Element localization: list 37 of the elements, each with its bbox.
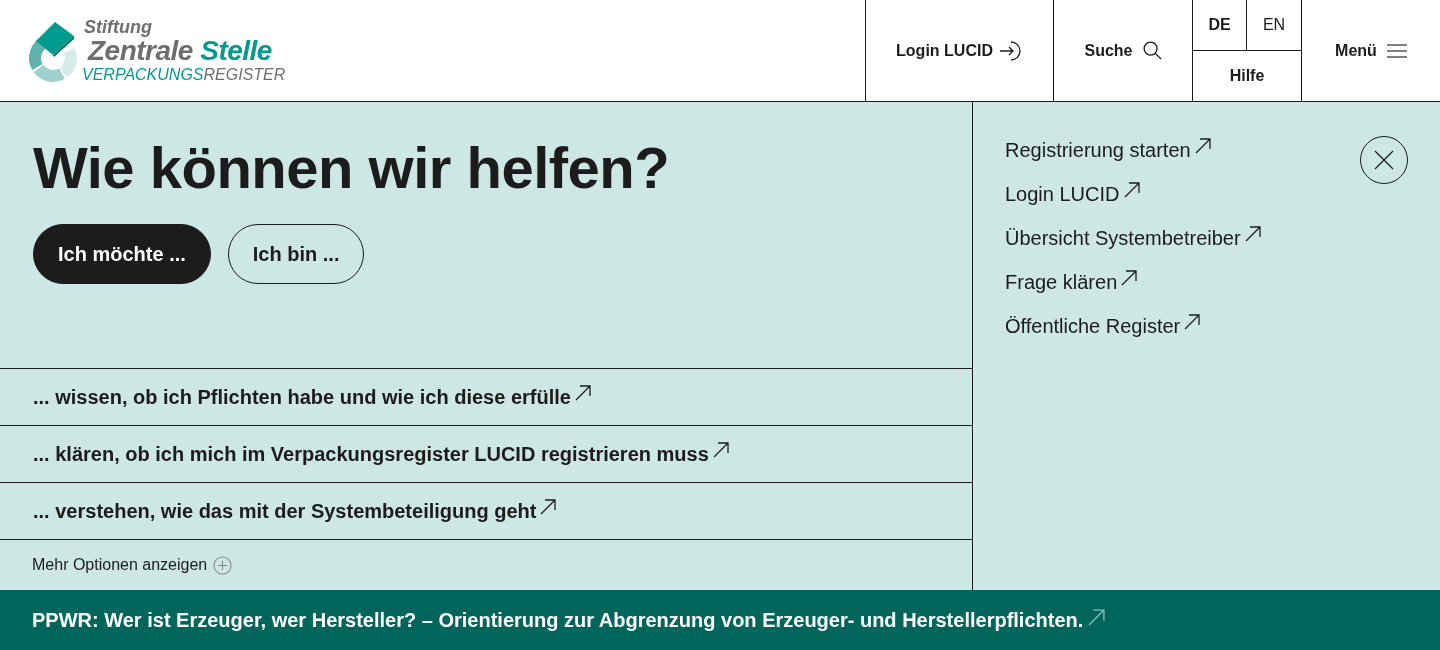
option-link[interactable]: ... wissen, ob ich Pflichten habe und wie ich diese erfülle [33,382,591,412]
arrow-up-right-icon [1088,608,1106,626]
logo-subtitle: VERPACKUNGSREGISTER [82,67,286,83]
login-icon [998,39,1023,62]
arrow-up-right-icon [540,499,557,515]
logo-drawing [26,19,80,82]
banner-link[interactable]: PPWR: Wer ist Erzeuger, wer Hersteller? – Orientierung zur Abgrenzung von Erzeuger- und Herstellerpflichten. [32,605,1106,635]
quick-link[interactable]: Registrierung starten [1005,136,1211,164]
quick-link[interactable]: Übersicht Systembetreiber [1005,224,1261,252]
plus-circle-icon [213,555,233,575]
more-options-button[interactable]: Mehr Optionen anzeigen [32,553,233,577]
page-heading: Wie können wir helfen? [33,134,671,202]
menu-button[interactable]: Menü [1301,0,1440,101]
logo-title: Zentrale Stelle [88,37,273,65]
menu-icon [1386,42,1407,59]
language-tab[interactable]: EN [1246,0,1301,50]
help-link[interactable]: Hilfe [1193,51,1301,101]
search-icon [1142,41,1162,60]
search-button[interactable]: Suche [1053,0,1192,101]
arrow-up-right-icon [712,442,729,458]
logo-overline: Stiftung [84,18,153,36]
arrow-up-right-icon [574,385,591,401]
audience-tab[interactable]: Ich möchte ... [33,224,211,284]
audience-tab[interactable]: Ich bin ... [227,224,365,284]
arrow-up-right-icon [1121,270,1138,286]
quick-link[interactable]: Frage klären [1005,268,1138,296]
arrow-up-right-icon [1194,138,1211,154]
language-tab[interactable]: DE [1193,0,1246,50]
arrow-up-right-icon [1244,226,1261,242]
arrow-up-right-icon [1123,182,1140,198]
quick-link[interactable]: Öffentliche Register [1005,312,1201,340]
option-link[interactable]: ... klären, ob ich mich im Verpackungsregister LUCID registrieren muss [33,439,729,469]
arrow-up-right-icon [1184,314,1201,330]
quick-link[interactable]: Login LUCID [1005,180,1140,208]
login-button[interactable]: Login LUCID [865,0,1053,101]
close-icon [1374,150,1394,170]
option-link[interactable]: ... verstehen, wie das mit der Systembeteiligung geht [33,496,557,526]
